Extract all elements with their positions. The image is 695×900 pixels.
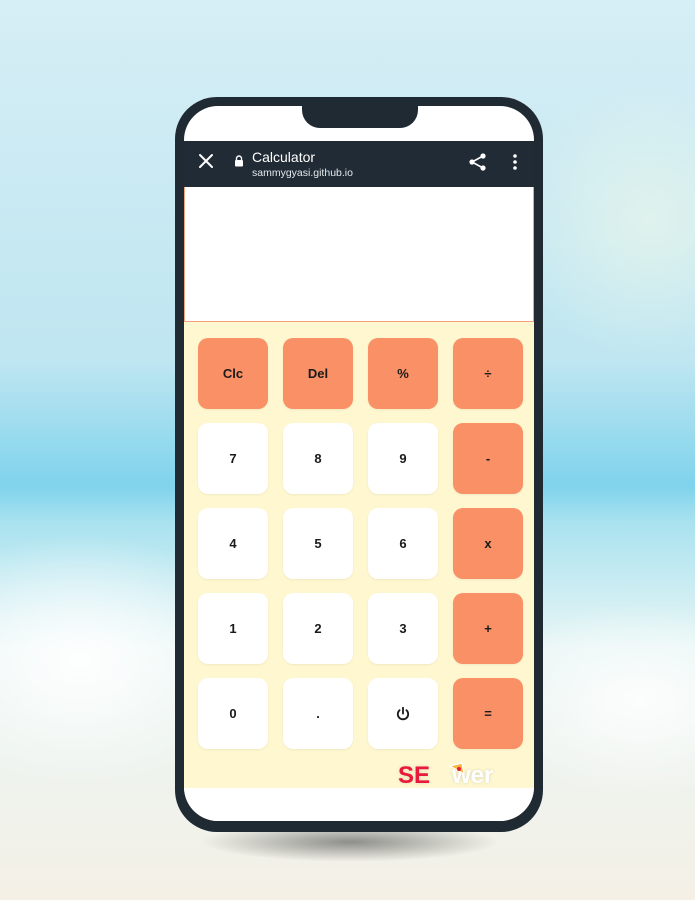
power-button[interactable]: [368, 678, 438, 749]
calculator-display: [184, 187, 534, 322]
decimal-button[interactable]: .: [283, 678, 353, 749]
power-icon: [396, 706, 410, 720]
watermark-logo-icon: [448, 762, 465, 776]
digit-2-button[interactable]: 2: [283, 593, 353, 664]
digit-4-button[interactable]: 4: [198, 508, 268, 579]
lock-icon: [235, 155, 243, 167]
browser-toolbar: Calculator sammygyasi.github.io: [184, 141, 534, 187]
digit-0-button[interactable]: 0: [198, 678, 268, 749]
digit-3-button[interactable]: 3: [368, 593, 438, 664]
phone-screen: Calculator sammygyasi.github.io Clc Del …: [184, 106, 534, 821]
add-button[interactable]: +: [453, 593, 523, 664]
bottom-bar: [184, 788, 534, 821]
digit-6-button[interactable]: 6: [368, 508, 438, 579]
divide-button[interactable]: ÷: [453, 338, 523, 409]
phone-notch: [302, 97, 418, 128]
close-icon[interactable]: [198, 153, 214, 169]
page-url: sammygyasi.github.io: [252, 167, 353, 179]
digit-7-button[interactable]: 7: [198, 423, 268, 494]
subtract-button[interactable]: -: [453, 423, 523, 494]
digit-8-button[interactable]: 8: [283, 423, 353, 494]
digit-5-button[interactable]: 5: [283, 508, 353, 579]
multiply-button[interactable]: x: [453, 508, 523, 579]
equals-button[interactable]: =: [453, 678, 523, 749]
digit-1-button[interactable]: 1: [198, 593, 268, 664]
percent-button[interactable]: %: [368, 338, 438, 409]
digit-9-button[interactable]: 9: [368, 423, 438, 494]
calculator-keypad: Clc Del % ÷ 7 8 9 - 4 5 6 x 1 2 3 + 0 . …: [184, 322, 534, 788]
clear-button[interactable]: Clc: [198, 338, 268, 409]
more-vert-icon[interactable]: [512, 153, 518, 171]
watermark: SE wer: [398, 762, 493, 790]
page-title: Calculator: [252, 149, 316, 165]
watermark-prefix: SE: [398, 762, 431, 789]
delete-button[interactable]: Del: [283, 338, 353, 409]
share-icon[interactable]: [468, 152, 488, 172]
